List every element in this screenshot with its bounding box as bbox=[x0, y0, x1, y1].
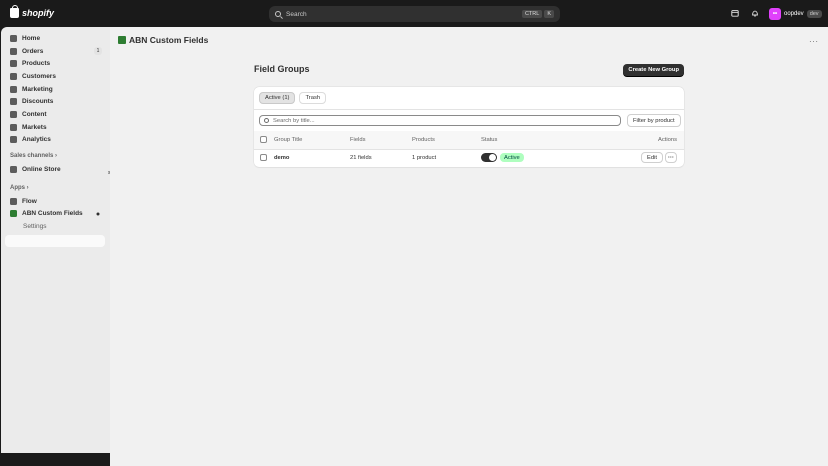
orders-count-badge: 1 bbox=[94, 47, 102, 55]
fields-cell: 21 fields bbox=[350, 155, 372, 161]
bell-icon[interactable] bbox=[751, 9, 759, 17]
table-header: Group Title Fields Products Status Actio… bbox=[254, 131, 684, 149]
table-row[interactable]: demo 21 fields 1 product Active Edit ··· bbox=[254, 149, 684, 167]
brand-name: shopify bbox=[22, 8, 55, 18]
app-header-title: ABN Custom Fields bbox=[118, 35, 208, 45]
tab-active[interactable]: Active (1) bbox=[259, 92, 296, 104]
app-title-text: ABN Custom Fields bbox=[129, 35, 209, 45]
sidebar-item-label: Online Store bbox=[22, 166, 61, 173]
search-placeholder: Search by title... bbox=[273, 117, 315, 124]
tab-list: Active (1) Trash bbox=[259, 92, 327, 104]
sidebar-item-markets[interactable]: Markets bbox=[10, 122, 47, 133]
sidebar-item-customers[interactable]: Customers bbox=[10, 71, 56, 82]
sidebar-item-label: ABN Custom Fields bbox=[22, 210, 83, 217]
sidebar-item-marketing[interactable]: Marketing bbox=[10, 84, 53, 95]
search-placeholder: Search bbox=[286, 10, 307, 18]
global-search[interactable]: Search CTRL K bbox=[269, 6, 560, 22]
sidebar-item-label: Orders bbox=[22, 48, 44, 55]
group-title-cell[interactable]: demo bbox=[274, 155, 289, 161]
top-bar: shopify Search CTRL K •• oopdev dev bbox=[0, 0, 828, 27]
search-icon bbox=[275, 11, 281, 17]
user-menu[interactable]: •• oopdev dev bbox=[769, 8, 822, 20]
field-groups-card: Active (1) Trash Search by title... Filt… bbox=[254, 87, 684, 167]
shortcut-key-k: K bbox=[544, 10, 554, 18]
sidebar-item-label: Marketing bbox=[22, 86, 53, 93]
chart-icon bbox=[10, 136, 17, 143]
sidebar-item-orders[interactable]: Orders bbox=[10, 46, 43, 57]
page-header: Field Groups Create New Group bbox=[254, 64, 684, 78]
column-header-actions: Actions bbox=[658, 137, 678, 143]
target-icon bbox=[10, 86, 17, 93]
search-shortcut: CTRL K bbox=[521, 10, 554, 18]
store-switcher-icon[interactable] bbox=[731, 9, 739, 17]
sidebar-item-content[interactable]: Content bbox=[10, 109, 47, 120]
chevron-right-icon: › bbox=[26, 185, 29, 191]
sidebar-item-label: Settings bbox=[23, 223, 47, 230]
user-tag: dev bbox=[806, 10, 822, 18]
sidebar-item-products[interactable]: Products bbox=[10, 58, 50, 69]
flow-icon bbox=[10, 198, 17, 205]
globe-icon bbox=[10, 124, 17, 131]
apps-heading[interactable]: Apps › bbox=[10, 185, 29, 191]
status-badge: Active bbox=[500, 153, 524, 162]
avatar: •• bbox=[769, 8, 781, 20]
sidebar-item-abn-custom-fields[interactable]: ABN Custom Fields bbox=[10, 208, 83, 219]
pin-icon[interactable] bbox=[97, 213, 99, 215]
orders-icon bbox=[10, 48, 17, 55]
sidebar-item-analytics[interactable]: Analytics bbox=[10, 134, 51, 145]
create-group-button[interactable]: Create New Group bbox=[623, 64, 684, 76]
section-label: Sales channels bbox=[10, 153, 54, 159]
sidebar-active-highlight bbox=[5, 235, 105, 247]
sidebar-item-label: Markets bbox=[22, 124, 47, 131]
sidebar-item-label: Discounts bbox=[22, 98, 54, 105]
search-input[interactable]: Search by title... bbox=[259, 115, 621, 126]
column-header-products: Products bbox=[412, 137, 435, 143]
user-name: oopdev bbox=[784, 11, 804, 17]
app-icon bbox=[118, 36, 126, 44]
search-icon bbox=[264, 118, 269, 123]
column-header-status: Status bbox=[481, 137, 498, 143]
sidebar-item-label: Home bbox=[22, 35, 41, 42]
row-more-icon[interactable]: ··· bbox=[665, 152, 677, 163]
tag-icon bbox=[10, 60, 17, 67]
products-cell: 1 product bbox=[412, 155, 437, 161]
discount-icon bbox=[10, 98, 17, 105]
shortcut-key-ctrl: CTRL bbox=[521, 10, 543, 18]
shopify-logo[interactable]: shopify bbox=[10, 5, 55, 18]
sidebar-item-label: Customers bbox=[22, 73, 56, 80]
app-icon bbox=[10, 210, 17, 217]
sidebar-item-label: Content bbox=[22, 111, 47, 118]
chevron-right-icon: › bbox=[55, 153, 58, 159]
sidebar-item-online-store[interactable]: Online Store bbox=[10, 164, 61, 175]
row-checkbox[interactable] bbox=[260, 154, 267, 161]
sidebar-item-discounts[interactable]: Discounts bbox=[10, 96, 53, 107]
column-header-fields: Fields bbox=[350, 137, 366, 143]
status-toggle[interactable] bbox=[481, 153, 497, 162]
page-title: Field Groups bbox=[254, 64, 310, 74]
column-header-group-title: Group Title bbox=[274, 137, 303, 143]
sidebar-item-label: Flow bbox=[22, 198, 37, 205]
sidebar-item-flow[interactable]: Flow bbox=[10, 196, 37, 207]
divider bbox=[254, 109, 684, 110]
main-content: ABN Custom Fields ··· Field Groups Creat… bbox=[110, 27, 828, 466]
more-actions-icon[interactable]: ··· bbox=[809, 37, 819, 46]
sidebar-item-home[interactable]: Home bbox=[10, 33, 40, 44]
sidebar-subitem-settings[interactable]: Settings bbox=[23, 221, 47, 232]
store-icon bbox=[10, 166, 17, 173]
sidebar-item-label: Products bbox=[22, 60, 51, 67]
sidebar-item-label: Analytics bbox=[22, 136, 51, 143]
select-all-checkbox[interactable] bbox=[260, 136, 267, 143]
filter-by-product-button[interactable]: Filter by product bbox=[627, 114, 681, 127]
tab-trash[interactable]: Trash bbox=[299, 92, 327, 104]
sales-channels-heading[interactable]: Sales channels › bbox=[10, 153, 57, 159]
content-icon bbox=[10, 111, 17, 118]
sidebar: Home Orders 1 Products Customers Marketi… bbox=[1, 27, 110, 453]
home-icon bbox=[10, 35, 17, 42]
edit-button[interactable]: Edit bbox=[641, 152, 663, 163]
person-icon bbox=[10, 73, 17, 80]
shopify-bag-icon bbox=[10, 5, 19, 18]
section-label: Apps bbox=[10, 185, 25, 191]
